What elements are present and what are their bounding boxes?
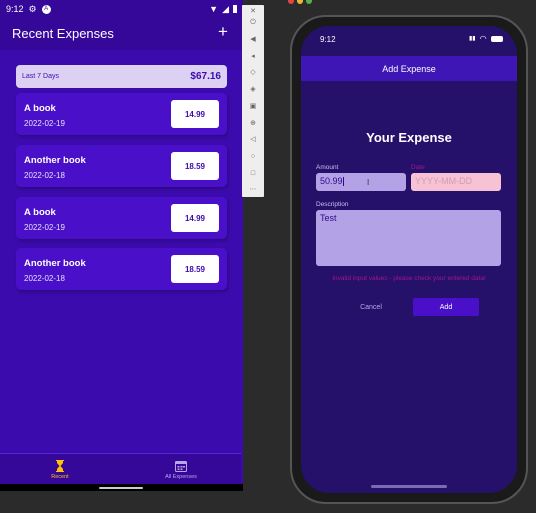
form-title: Your Expense [366, 130, 452, 145]
signal-icon: ▮▮ [469, 36, 476, 42]
android-status-bar: 9:12 ⚙ A ▼ ◢ [0, 0, 243, 18]
zoom-dot[interactable] [306, 0, 312, 4]
rotate-right-icon[interactable]: ◈ [246, 83, 260, 95]
window-controls [288, 0, 312, 4]
cancel-button[interactable]: Cancel [346, 299, 396, 315]
expense-date: 2022-02-18 [24, 274, 65, 283]
ios-status-bar: 9:12 ▮▮ ◠ [301, 26, 517, 56]
volume-down-icon[interactable]: ◂ [246, 50, 260, 62]
app-header: Recent Expenses + [0, 18, 243, 50]
power-icon[interactable]: ⏻ [246, 17, 260, 29]
expense-amount: 18.59 [171, 152, 219, 180]
tab-all-expenses[interactable]: All Expenses [121, 454, 241, 485]
expense-name: Another book [24, 258, 86, 269]
date-label: Date [411, 164, 425, 171]
expense-item[interactable]: Another book 2022-02-18 18.59 [16, 145, 227, 187]
wifi-icon: ▼ [209, 4, 219, 14]
emulator-toolbar: ✕ ⏻ ◀ ◂ ◇ ◈ ▣ ⊕ ◁ ○ □ ⋯ [242, 5, 264, 197]
signal-icon: ◢ [222, 3, 229, 14]
expense-date: 2022-02-19 [24, 119, 65, 128]
volume-up-icon[interactable]: ◀ [246, 33, 260, 45]
amount-label: Amount [316, 164, 339, 171]
expense-item[interactable]: Another book 2022-02-18 18.59 [16, 248, 227, 290]
status-time: 9:12 [6, 4, 24, 14]
mouse-cursor-icon: I [367, 178, 370, 187]
zoom-icon[interactable]: ⊕ [246, 117, 260, 129]
wifi-icon: ◠ [479, 34, 487, 43]
overview-icon[interactable]: □ [246, 167, 260, 179]
description-input[interactable]: Test [316, 210, 501, 266]
tab-label: All Expenses [165, 473, 197, 480]
expense-amount: 18.59 [171, 255, 219, 283]
page-title: Recent Expenses [12, 26, 114, 41]
close-dot[interactable] [288, 0, 294, 4]
tab-label: Recent [51, 473, 69, 480]
expense-name: Another book [24, 155, 86, 166]
settings-icon: ⚙ [28, 3, 37, 14]
add-expense-button[interactable]: + [218, 22, 228, 42]
battery-icon [233, 5, 237, 13]
amount-input[interactable]: 50.99 [316, 173, 406, 191]
camera-icon[interactable]: ▣ [246, 100, 260, 112]
bottom-tab-bar: Recent All Expenses [0, 453, 241, 484]
rotate-left-icon[interactable]: ◇ [246, 66, 260, 78]
android-nav-bar [0, 484, 243, 491]
summary-period: Last 7 Days [22, 73, 59, 80]
validation-error: Invalid input values - please check your… [332, 275, 486, 282]
calendar-icon [175, 460, 187, 472]
tab-recent[interactable]: Recent [0, 454, 120, 485]
expense-amount: 14.99 [171, 204, 219, 232]
battery-icon [490, 35, 503, 42]
add-button[interactable]: Add [413, 298, 479, 316]
ios-simulator-screen: 9:12 ▮▮ ◠ Add Expense Your Expense Amoun… [301, 26, 517, 493]
expense-date: 2022-02-19 [24, 223, 65, 232]
home-indicator[interactable] [371, 485, 447, 488]
status-time: 9:12 [320, 35, 336, 44]
expense-item[interactable]: A book 2022-02-19 14.99 [16, 197, 227, 239]
hourglass-icon [56, 459, 64, 472]
expense-amount: 14.99 [171, 100, 219, 128]
minimize-dot[interactable] [297, 0, 303, 4]
date-placeholder: YYYY-MM-DD [415, 176, 473, 186]
expense-name: A book [24, 103, 56, 114]
expenses-summary: Last 7 Days $67.16 [16, 65, 227, 88]
expense-name: A book [24, 207, 56, 218]
more-icon[interactable]: ⋯ [246, 183, 260, 195]
android-emulator-screen: 9:12 ⚙ A ▼ ◢ Recent Expenses + Last 7 Da… [0, 0, 243, 491]
app-notification-icon: A [41, 4, 51, 14]
amount-value: 50.99 [320, 176, 343, 186]
close-icon[interactable]: ✕ [246, 5, 260, 17]
back-icon[interactable]: ◁ [246, 133, 260, 145]
summary-total: $67.16 [190, 71, 221, 82]
text-cursor [342, 177, 344, 187]
expense-item[interactable]: A book 2022-02-19 14.99 [16, 93, 227, 135]
description-label: Description [316, 201, 349, 208]
home-gesture-bar[interactable] [99, 487, 143, 489]
expense-date: 2022-02-18 [24, 171, 65, 180]
date-input[interactable]: YYYY-MM-DD [411, 173, 501, 191]
description-value: Test [320, 213, 337, 223]
modal-header: Add Expense [301, 56, 517, 81]
modal-title: Add Expense [382, 63, 436, 74]
home-icon[interactable]: ○ [246, 150, 260, 162]
